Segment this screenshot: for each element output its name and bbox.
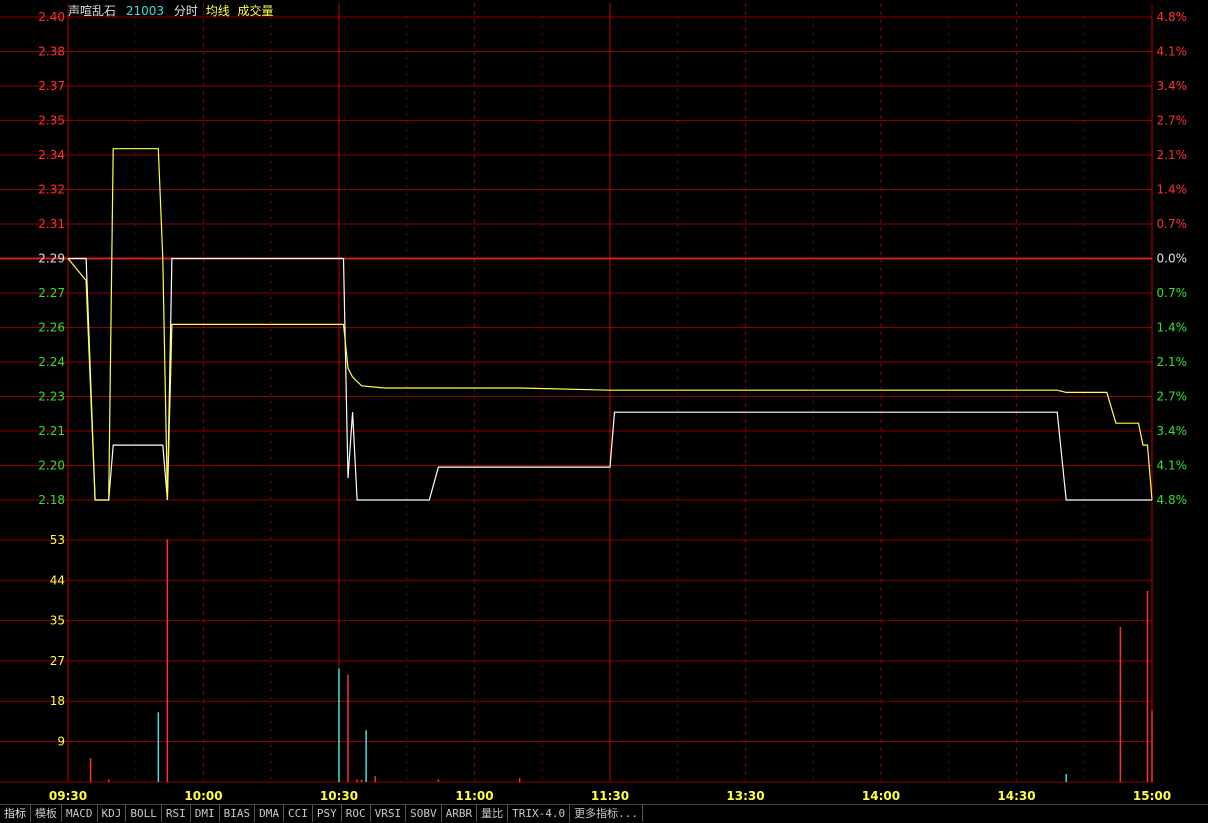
time-tick-label: 14:30 (997, 789, 1035, 803)
chart-header: 声喧乱石 21003 分时 均线 成交量 (68, 2, 280, 19)
price-tick-label: 2.35 (38, 114, 65, 128)
price-tick-label: 2.32 (38, 183, 65, 197)
price-tick-label: 2.29 (38, 252, 65, 266)
percent-tick-label: 4.1% (1157, 45, 1188, 59)
stock-name: 声喧乱石 (68, 4, 117, 18)
intraday-chart[interactable]: 2.40 2.38 2.37 2.35 2.34 2.32 2.31 2.29 2.27 2.26… (0, 0, 1208, 804)
price-tick-label: 2.20 (38, 459, 65, 473)
percent-tick-label: 0.7% (1157, 286, 1188, 300)
percent-tick-label: 4.8% (1157, 493, 1188, 507)
price-tick-label: 2.38 (38, 45, 65, 59)
time-tick-label: 10:00 (184, 789, 222, 803)
indicator-tab[interactable]: BIAS (220, 805, 256, 822)
indicator-tab[interactable]: BOLL (126, 805, 162, 822)
volume-tick-label: 18 (50, 694, 65, 708)
volume-tick-label: 44 (50, 573, 65, 587)
indicator-tab[interactable]: MACD (62, 805, 98, 822)
indicator-tab[interactable]: 更多指标... (570, 805, 643, 822)
indicator-tab[interactable]: VRSI (371, 805, 407, 822)
percent-tick-label: 2.7% (1157, 114, 1188, 128)
percent-tick-label: 0.0% (1157, 252, 1188, 266)
indicator-tab[interactable]: 模板 (31, 805, 62, 822)
indicator-tab[interactable]: SOBV (406, 805, 442, 822)
mode-label: 分时 (173, 4, 198, 18)
percent-tick-label: 4.8% (1157, 10, 1188, 24)
avg-line-label: 均线 (205, 4, 230, 18)
price-tick-label: 2.34 (38, 148, 65, 162)
price-tick-label: 2.37 (38, 79, 65, 93)
indicator-tab-bar: 指标 模板 MACD KDJ BOLL RSI DMI BIAS DMA CCI PSY ROC VRS… (0, 804, 1208, 823)
indicator-tab[interactable]: DMI (191, 805, 220, 822)
indicator-tab[interactable]: DMA (255, 805, 284, 822)
price-tick-label: 2.27 (38, 286, 65, 300)
indicator-tab[interactable]: KDJ (98, 805, 127, 822)
time-tick-label: 13:30 (726, 789, 764, 803)
price-tick-label: 2.24 (38, 355, 65, 369)
indicator-tab[interactable]: CCI (284, 805, 313, 822)
price-tick-label: 2.21 (38, 424, 65, 438)
indicator-tab[interactable]: ARBR (442, 805, 478, 822)
percent-tick-label: 1.4% (1157, 183, 1188, 197)
price-tick-label: 2.26 (38, 321, 65, 335)
price-tick-label: 2.23 (38, 390, 65, 404)
indicator-tab[interactable]: RSI (162, 805, 191, 822)
time-tick-label: 09:30 (49, 789, 87, 803)
percent-tick-label: 1.4% (1157, 321, 1188, 335)
indicator-tab[interactable]: 指标 (0, 805, 31, 822)
indicator-tab[interactable]: TRIX-4.0 (508, 805, 571, 822)
percent-tick-label: 2.7% (1157, 390, 1188, 404)
indicator-tab[interactable]: 量比 (477, 805, 509, 822)
time-tick-label: 10:30 (320, 789, 358, 803)
time-tick-label: 14:00 (862, 789, 900, 803)
volume-tick-label: 35 (50, 614, 65, 628)
volume-tick-label: 53 (50, 533, 65, 547)
time-tick-label: 11:00 (455, 789, 493, 803)
indicator-tab[interactable]: PSY (313, 805, 342, 822)
percent-tick-label: 2.1% (1157, 355, 1188, 369)
stock-code: 21003 (125, 4, 165, 18)
percent-tick-label: 4.1% (1157, 459, 1188, 473)
price-tick-label: 2.31 (38, 217, 65, 231)
time-tick-label: 11:30 (591, 789, 629, 803)
percent-tick-label: 2.1% (1157, 148, 1188, 162)
percent-tick-label: 3.4% (1157, 79, 1188, 93)
volume-tick-label: 9 (57, 735, 65, 749)
volume-tick-label: 27 (50, 654, 65, 668)
time-tick-label: 15:00 (1133, 789, 1171, 803)
percent-tick-label: 0.7% (1157, 217, 1188, 231)
percent-tick-label: 3.4% (1157, 424, 1188, 438)
price-tick-label: 2.40 (38, 10, 65, 24)
volume-label: 成交量 (237, 4, 274, 18)
price-tick-label: 2.18 (38, 493, 65, 507)
indicator-tab[interactable]: ROC (342, 805, 371, 822)
